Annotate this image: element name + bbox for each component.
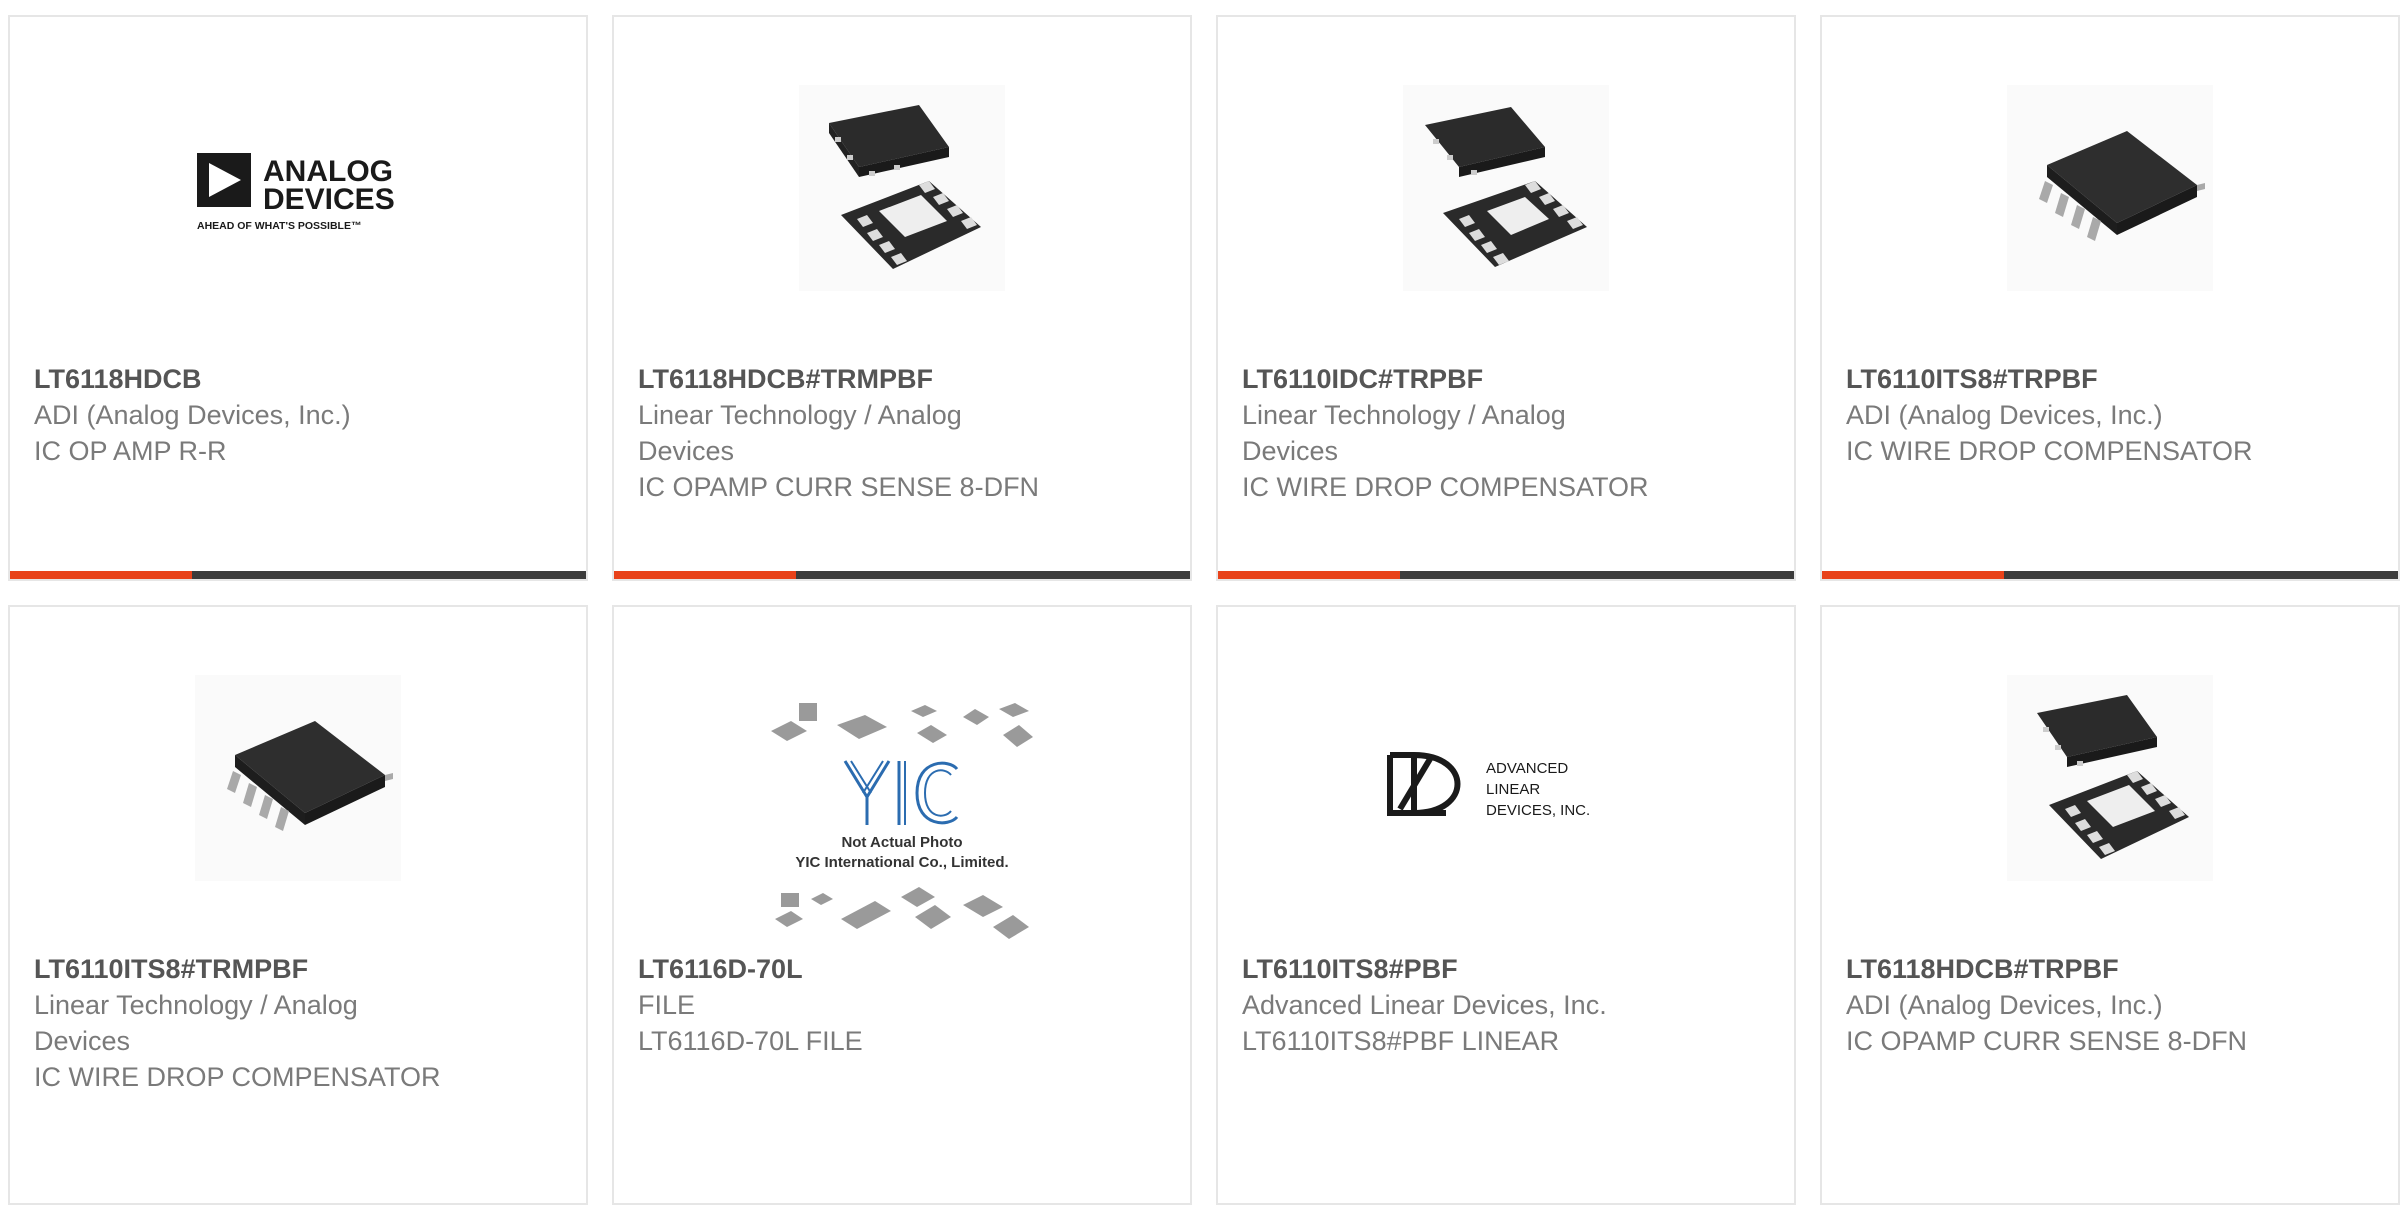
card-accent-bar xyxy=(614,571,796,579)
part-number[interactable]: LT6118HDCB xyxy=(34,361,474,397)
ald-logo-line-2: LINEAR xyxy=(1486,781,1540,798)
card-accent-bar xyxy=(10,571,192,579)
manufacturer: ADI (Analog Devices, Inc.) xyxy=(1846,400,2163,430)
card-bottom-bar xyxy=(1822,571,2398,579)
description: IC OPAMP CURR SENSE 8-DFN xyxy=(638,472,1040,502)
part-number[interactable]: LT6118HDCB#TRPBF xyxy=(1846,951,2286,987)
manufacturer: Linear Technology / Analog Devices xyxy=(638,400,962,466)
dfn-chip-image xyxy=(1403,85,1609,291)
manufacturer: Linear Technology / Analog Devices xyxy=(1242,400,1566,466)
part-number[interactable]: LT6116D-70L xyxy=(638,951,1078,987)
placeholder-line-1: Not Actual Photo xyxy=(841,834,962,851)
manufacturer: Advanced Linear Devices, Inc. xyxy=(1242,990,1607,1020)
product-info: LT6116D-70L FILE LT6116D-70L FILE xyxy=(638,951,1078,1059)
part-number[interactable]: LT6110ITS8#TRPBF xyxy=(1846,361,2286,397)
sot-chip-image xyxy=(195,675,401,881)
part-number[interactable]: LT6110ITS8#PBF xyxy=(1242,951,1682,987)
product-grid: ANALOG DEVICES AHEAD OF WHAT'S POSSIBLE™… xyxy=(8,15,2400,1205)
description: IC OP AMP R-R xyxy=(34,436,227,466)
product-info: LT6118HDCB#TRMPBF Linear Technology / An… xyxy=(638,361,1078,505)
product-info: LT6110ITS8#TRMPBF Linear Technology / An… xyxy=(34,951,474,1095)
ald-logo-line-1: ADVANCED xyxy=(1486,760,1568,777)
description: LT6110ITS8#PBF LINEAR xyxy=(1242,1026,1560,1056)
card-bottom-bar xyxy=(1218,571,1794,579)
description: IC WIRE DROP COMPENSATOR xyxy=(1242,472,1649,502)
description: IC WIRE DROP COMPENSATOR xyxy=(34,1062,441,1092)
manufacturer: ADI (Analog Devices, Inc.) xyxy=(1846,990,2163,1020)
part-number[interactable]: LT6118HDCB#TRMPBF xyxy=(638,361,1078,397)
product-card[interactable]: LT6110IDC#TRPBF Linear Technology / Anal… xyxy=(1216,15,1796,581)
product-info: LT6110ITS8#TRPBF ADI (Analog Devices, In… xyxy=(1846,361,2286,469)
description: IC WIRE DROP COMPENSATOR xyxy=(1846,436,2253,466)
card-bottom-bar xyxy=(10,571,586,579)
manufacturer: FILE xyxy=(638,990,696,1020)
placeholder-line-2: YIC International Co., Limited. xyxy=(795,854,1008,871)
manufacturer: Linear Technology / Analog Devices xyxy=(34,990,358,1056)
product-card[interactable]: LT6110ITS8#TRPBF ADI (Analog Devices, In… xyxy=(1820,15,2400,581)
analog-devices-logo: ANALOG DEVICES AHEAD OF WHAT'S POSSIBLE™ xyxy=(195,85,401,291)
card-accent-bar xyxy=(1218,571,1400,579)
product-info: LT6110IDC#TRPBF Linear Technology / Anal… xyxy=(1242,361,1682,505)
logo-text-line-2: DEVICES xyxy=(263,183,395,216)
yic-placeholder-image: Not Actual Photo YIC International Co., … xyxy=(767,697,1037,947)
description: IC OPAMP CURR SENSE 8-DFN xyxy=(1846,1026,2248,1056)
manufacturer: ADI (Analog Devices, Inc.) xyxy=(34,400,351,430)
part-number[interactable]: LT6110ITS8#TRMPBF xyxy=(34,951,474,987)
logo-tagline: AHEAD OF WHAT'S POSSIBLE™ xyxy=(197,220,361,232)
product-card[interactable]: LT6110ITS8#TRMPBF Linear Technology / An… xyxy=(8,605,588,1205)
product-card[interactable]: Not Actual Photo YIC International Co., … xyxy=(612,605,1192,1205)
product-info: LT6110ITS8#PBF Advanced Linear Devices, … xyxy=(1242,951,1682,1059)
dfn-chip-image xyxy=(799,85,1005,291)
card-bottom-bar xyxy=(614,571,1190,579)
sot-chip-image xyxy=(2007,85,2213,291)
product-info: LT6118HDCB#TRPBF ADI (Analog Devices, In… xyxy=(1846,951,2286,1059)
ald-logo: ADVANCED LINEAR DEVICES, INC. xyxy=(1386,675,1626,881)
part-number[interactable]: LT6110IDC#TRPBF xyxy=(1242,361,1682,397)
ald-logo-line-3: DEVICES, INC. xyxy=(1486,802,1590,819)
product-info: LT6118HDCB ADI (Analog Devices, Inc.) IC… xyxy=(34,361,474,469)
card-accent-bar xyxy=(1822,571,2004,579)
product-card[interactable]: ANALOG DEVICES AHEAD OF WHAT'S POSSIBLE™… xyxy=(8,15,588,581)
dfn-chip-image xyxy=(2007,675,2213,881)
description: LT6116D-70L FILE xyxy=(638,1026,863,1056)
product-card[interactable]: LT6118HDCB#TRMPBF Linear Technology / An… xyxy=(612,15,1192,581)
product-card[interactable]: LT6118HDCB#TRPBF ADI (Analog Devices, In… xyxy=(1820,605,2400,1205)
product-card[interactable]: ADVANCED LINEAR DEVICES, INC. LT6110ITS8… xyxy=(1216,605,1796,1205)
